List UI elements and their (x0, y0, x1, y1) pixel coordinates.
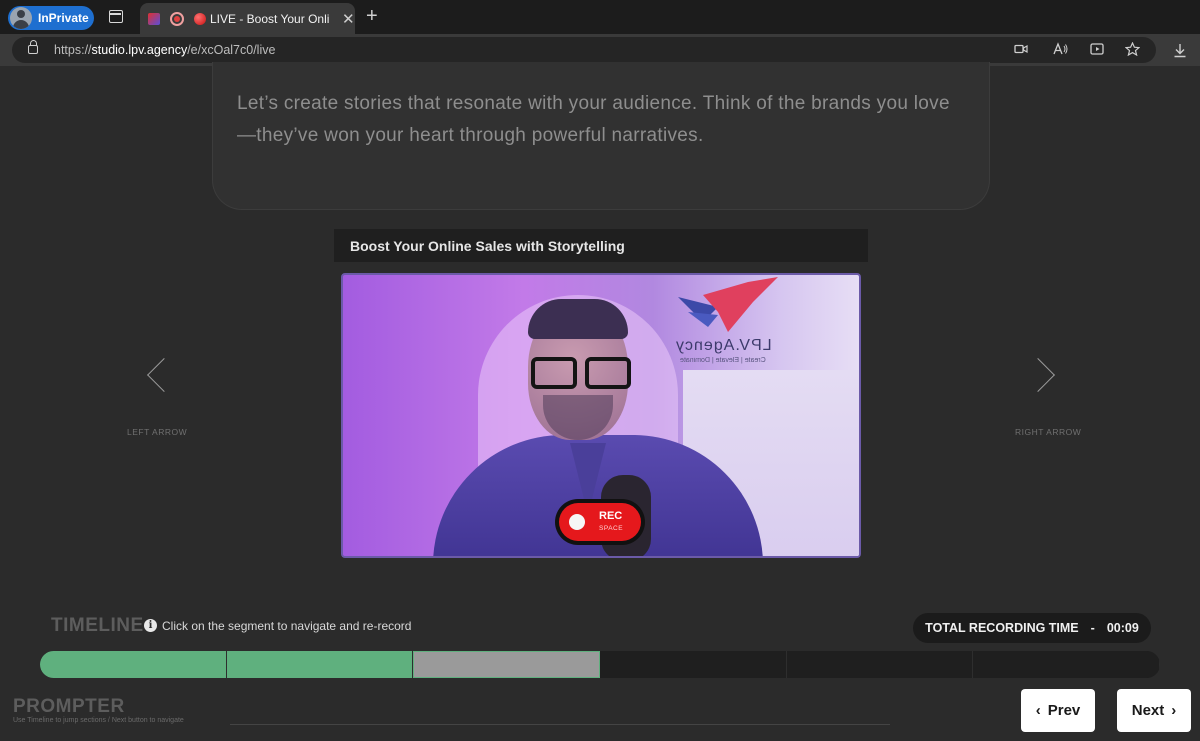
close-tab-icon[interactable]: ✕ (342, 10, 355, 28)
prompter-script-card: Let’s create stories that resonate with … (212, 62, 990, 210)
total-time-separator: - (1090, 621, 1095, 635)
live-red-dot-icon (194, 12, 206, 25)
url-host: studio.lpv.agency (91, 43, 188, 57)
timeline-segment-1[interactable] (40, 651, 227, 678)
timeline-segment-3[interactable] (413, 651, 600, 678)
url-text: https://studio.lpv.agency/e/xcOal7c0/liv… (54, 43, 276, 57)
timeline-track (40, 651, 1160, 678)
camera-icon[interactable] (1014, 42, 1028, 56)
video-title: Boost Your Online Sales with Storytellin… (350, 238, 625, 254)
right-arrow-label: RIGHT ARROW (1015, 427, 1082, 437)
brand-text: LPV.Agency (675, 337, 772, 354)
left-arrow-label: LEFT ARROW (127, 427, 188, 437)
prev-label: Prev (1047, 702, 1081, 719)
right-arrow-icon[interactable] (1021, 358, 1055, 392)
browser-tab-active[interactable]: LIVE - Boost Your Online Sales with Stor… (140, 3, 355, 34)
tab-actions-icon[interactable] (109, 10, 123, 23)
camera-preview: LPV.Agency Create | Elevate | Dominate R… (341, 273, 861, 558)
total-recording-time: TOTAL RECORDING TIME - 00:09 (913, 613, 1151, 643)
brand-subtext: Create | Elevate | Dominate (680, 357, 766, 364)
recording-indicator-icon (170, 11, 184, 26)
chevron-right-icon: › (1171, 702, 1177, 719)
record-label: REC (599, 510, 623, 522)
browser-tab-bar: InPrivate LIVE - Boost Your Online Sales… (0, 0, 1200, 34)
inprivate-profile-button[interactable]: InPrivate (8, 6, 94, 30)
prompter-title: PROMPTER (13, 696, 125, 717)
prev-button[interactable]: ‹ Prev (1021, 689, 1095, 732)
read-aloud-icon[interactable] (1053, 42, 1069, 56)
record-shortcut-hint: SPACE (599, 525, 624, 532)
presenter-glasses (531, 357, 631, 389)
prompter-subtitle: Use Timeline to jump sections / Next but… (13, 717, 184, 724)
next-button[interactable]: Next › (1117, 689, 1191, 732)
lpv-wings-logo (678, 277, 778, 332)
lpv-favicon-icon (148, 12, 160, 25)
next-label: Next (1131, 702, 1165, 719)
profile-avatar (10, 7, 32, 29)
url-field[interactable]: https://studio.lpv.agency/e/xcOal7c0/liv… (12, 37, 1156, 63)
total-time-label: TOTAL RECORDING TIME (925, 621, 1079, 635)
timeline-segment-5[interactable] (786, 651, 974, 678)
record-dot-icon (569, 514, 585, 530)
timeline-segment-6[interactable] (973, 651, 1160, 678)
chevron-left-icon: ‹ (1035, 702, 1041, 719)
info-icon: i (144, 619, 157, 632)
record-button-inner: REC SPACE (559, 503, 641, 541)
timeline-hint: Click on the segment to navigate and re-… (162, 619, 412, 633)
prompter-script-text: Let’s create stories that resonate with … (237, 93, 950, 146)
inprivate-label: InPrivate (38, 11, 89, 25)
timeline-segment-4[interactable] (600, 651, 787, 678)
timeline-title: TIMELINE (51, 615, 144, 636)
timeline-segment-2[interactable] (226, 651, 414, 678)
download-icon[interactable] (1173, 43, 1187, 58)
tab-title: LIVE - Boost Your Online Sales with Stor… (210, 11, 330, 26)
video-title-bar: Boost Your Online Sales with Storytellin… (334, 229, 868, 262)
presenter-hair (528, 299, 628, 339)
new-tab-icon[interactable]: + (366, 5, 378, 28)
lock-icon[interactable] (28, 40, 38, 54)
divider (230, 724, 890, 725)
favorite-star-icon[interactable] (1125, 42, 1140, 56)
immersive-reader-icon[interactable] (1090, 42, 1106, 56)
record-button[interactable]: REC SPACE (555, 499, 645, 545)
total-time-value: 00:09 (1106, 621, 1139, 635)
left-arrow-icon[interactable] (147, 358, 181, 392)
